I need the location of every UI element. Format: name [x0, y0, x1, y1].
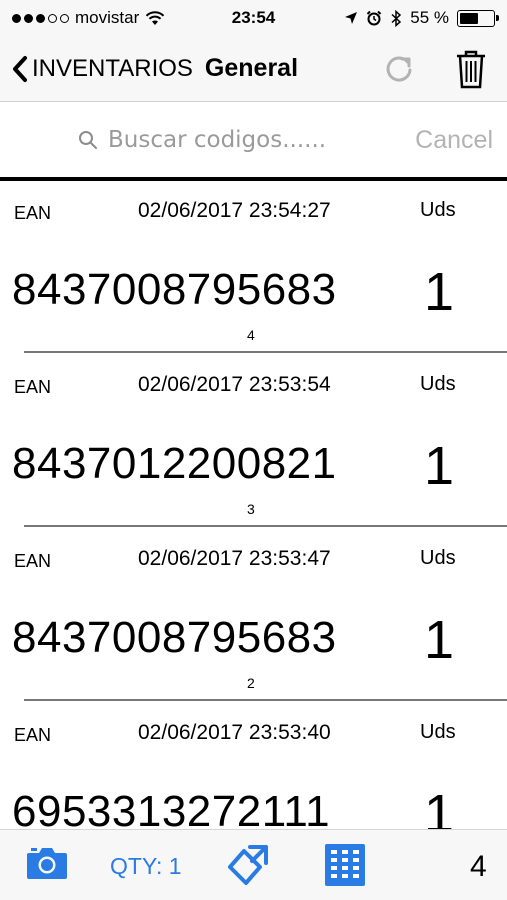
- entry-index: 3: [247, 501, 255, 517]
- search-bar: Cancel: [0, 103, 507, 177]
- list-divider: [24, 699, 507, 701]
- list-item[interactable]: EAN 02/06/2017 23:53:40 Uds 6953313272111 1: [0, 703, 507, 829]
- entry-type-label: EAN: [14, 203, 52, 223]
- entry-quantity: 1: [424, 784, 455, 829]
- search-input[interactable]: [108, 127, 368, 153]
- cancel-button[interactable]: Cancel: [415, 126, 493, 155]
- item-count: 4: [470, 850, 487, 883]
- entry-barcode: 8437012200821: [12, 439, 337, 488]
- search-field: [78, 127, 368, 153]
- page-title: General: [204, 54, 299, 82]
- search-icon: [79, 131, 97, 149]
- bottom-toolbar: QTY: 1 4: [0, 829, 507, 900]
- entry-unit-label: Uds: [420, 199, 456, 221]
- list-item[interactable]: EAN 02/06/2017 23:54:27 Uds 8437008795683 1 4: [0, 181, 507, 355]
- camera-icon[interactable]: [26, 846, 68, 880]
- list-item[interactable]: EAN 02/06/2017 23:53:47 Uds 8437008795683 1 2: [0, 529, 507, 703]
- entry-index: 2: [247, 675, 255, 691]
- bluetooth-icon: [391, 9, 402, 27]
- battery-level: [460, 12, 478, 24]
- inventory-list[interactable]: EAN 02/06/2017 23:54:27 Uds 8437008795683 1 4…: [0, 181, 507, 829]
- back-button-label: INVENTARIOS: [32, 54, 193, 82]
- battery-icon: [457, 9, 499, 27]
- entry-unit-label: Uds: [420, 373, 456, 395]
- trash-icon[interactable]: [455, 49, 487, 89]
- list-divider: [24, 351, 507, 353]
- entry-datetime: 02/06/2017 23:53:40: [138, 721, 331, 744]
- location-arrow-icon: [345, 12, 358, 24]
- navigation-bar: INVENTARIOS General: [0, 36, 507, 102]
- list-divider: [24, 525, 507, 527]
- entry-quantity: 1: [424, 610, 455, 670]
- chevron-left-icon: [13, 55, 27, 82]
- entry-unit-label: Uds: [420, 547, 456, 569]
- entry-barcode: 8437008795683: [12, 265, 337, 314]
- scan-rotate-icon[interactable]: [226, 843, 272, 887]
- entry-unit-label: Uds: [420, 721, 456, 743]
- signal-strength-icon: [12, 13, 69, 23]
- entry-type-label: EAN: [14, 377, 52, 397]
- carrier-name: movistar: [75, 8, 140, 27]
- entry-type-label: EAN: [14, 725, 52, 745]
- entry-datetime: 02/06/2017 23:54:27: [138, 199, 331, 222]
- battery-percentage: 55 %: [410, 8, 449, 27]
- status-left: movistar: [12, 8, 344, 28]
- entry-type-label: EAN: [14, 551, 52, 571]
- alarm-clock-icon: [367, 10, 382, 26]
- entry-quantity: 1: [424, 262, 455, 322]
- entry-datetime: 02/06/2017 23:53:47: [138, 547, 331, 570]
- quantity-button[interactable]: QTY: 1: [110, 853, 182, 880]
- nav-actions: [383, 49, 495, 89]
- list-item[interactable]: EAN 02/06/2017 23:53:54 Uds 8437012200821 1 3: [0, 355, 507, 529]
- back-button[interactable]: INVENTARIOS: [12, 55, 193, 83]
- entry-datetime: 02/06/2017 23:53:54: [138, 373, 331, 396]
- entry-barcode: 8437008795683: [12, 613, 337, 662]
- wifi-icon: [146, 10, 165, 25]
- status-bar: movistar 23:54 55 %: [0, 0, 507, 36]
- entry-quantity: 1: [424, 436, 455, 496]
- refresh-icon[interactable]: [383, 53, 415, 85]
- keypad-icon[interactable]: [325, 844, 365, 886]
- status-right: 55 %: [344, 8, 499, 28]
- entry-index: 4: [247, 327, 255, 343]
- entry-barcode: 6953313272111: [12, 787, 331, 829]
